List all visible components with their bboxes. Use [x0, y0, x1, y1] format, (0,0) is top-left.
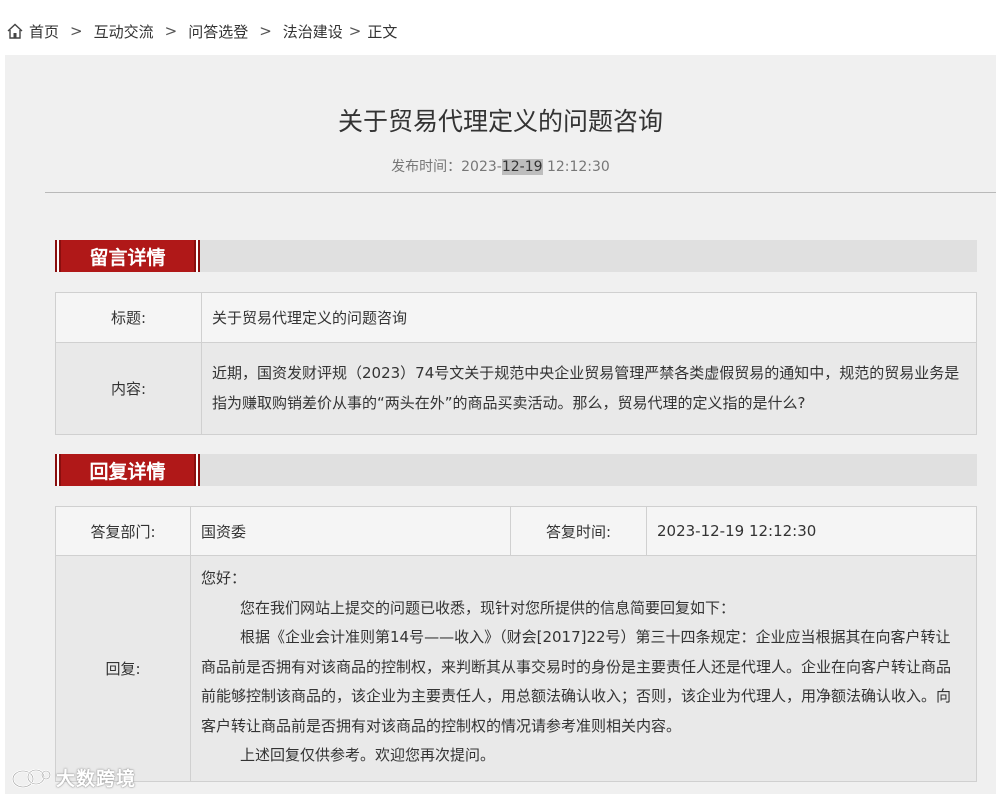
article-panel: 关于贸易代理定义的问题咨询 发布时间：2023-12-19 12:12:30 留… — [5, 55, 996, 794]
publish-label: 发布时间： — [391, 159, 462, 175]
publish-date-time: 12:12:30 — [542, 159, 610, 175]
breadcrumb-current: 正文 — [367, 22, 398, 41]
reply-greeting: 您好： — [201, 569, 247, 587]
reply-dept-value: 国资委 — [190, 506, 511, 556]
page-title: 关于贸易代理定义的问题咨询 — [337, 107, 663, 136]
reply-dept-label: 答复部门: — [55, 506, 191, 556]
breadcrumb-separator: > — [259, 22, 272, 40]
message-section-tab: 留言详情 — [55, 240, 200, 272]
breadcrumb-interaction-link[interactable]: 互动交流 — [94, 21, 154, 42]
reply-content: 您好： 您在我们网站上提交的问题已收悉，现针对您所提供的信息简要回复如下： 根据… — [190, 555, 977, 782]
publish-date-year: 2023- — [461, 159, 502, 175]
title-divider — [45, 192, 996, 193]
watermark: 大数跨境 — [10, 764, 136, 791]
breadcrumb-separator: > — [164, 22, 178, 40]
message-table: 标题: 关于贸易代理定义的问题咨询 内容: 近期，国资发财评规（2023）74号… — [55, 292, 977, 435]
reply-paragraph: 根据《企业会计准则第14号——收入》（财会[2017]22号）第三十四条规定：企… — [201, 628, 952, 735]
table-row: 答复部门: 国资委 答复时间: 2023-12-19 12:12:30 — [55, 506, 977, 556]
reply-label: 回复: — [55, 555, 191, 782]
table-row: 标题: 关于贸易代理定义的问题咨询 — [55, 292, 977, 343]
reply-table: 答复部门: 国资委 答复时间: 2023-12-19 12:12:30 回复: … — [55, 506, 977, 782]
breadcrumb-separator: > — [348, 22, 362, 40]
reply-time-value: 2023-12-19 12:12:30 — [646, 506, 977, 556]
message-section-header: 留言详情 — [55, 240, 977, 272]
home-icon[interactable] — [6, 22, 24, 40]
wechat-logo-icon — [11, 768, 51, 788]
message-content-label: 内容: — [55, 342, 202, 435]
breadcrumb-qa-link[interactable]: 问答选登 — [188, 21, 248, 42]
publish-date-highlight: 12-19 — [501, 159, 543, 175]
table-row: 内容: 近期，国资发财评规（2023）74号文关于规范中央企业贸易管理严禁各类虚… — [55, 342, 977, 435]
message-title-value: 关于贸易代理定义的问题咨询 — [201, 292, 977, 343]
message-title-label: 标题: — [55, 292, 202, 343]
publish-time: 发布时间：2023-12-19 12:12:30 — [5, 156, 996, 176]
breadcrumb-law-link[interactable]: 法治建设 — [283, 21, 343, 42]
breadcrumb-separator: > — [70, 22, 83, 40]
watermark-text: 大数跨境 — [56, 768, 137, 790]
reply-time-label: 答复时间: — [510, 506, 647, 556]
breadcrumb: 首页 > 互动交流 > 问答选登 > 法治建设 > 正文 — [6, 20, 397, 42]
breadcrumb-home-link[interactable]: 首页 — [29, 21, 59, 42]
reply-section-tab: 回复详情 — [55, 454, 200, 486]
message-content-value: 近期，国资发财评规（2023）74号文关于规范中央企业贸易管理严禁各类虚假贸易的… — [201, 342, 977, 435]
reply-section-header: 回复详情 — [55, 454, 977, 486]
reply-paragraph: 上述回复仅供参考。欢迎您再次提问。 — [240, 746, 496, 764]
reply-paragraph: 您在我们网站上提交的问题已收悉，现针对您所提供的信息简要回复如下： — [240, 598, 736, 617]
table-row: 回复: 您好： 您在我们网站上提交的问题已收悉，现针对您所提供的信息简要回复如下… — [55, 555, 977, 782]
